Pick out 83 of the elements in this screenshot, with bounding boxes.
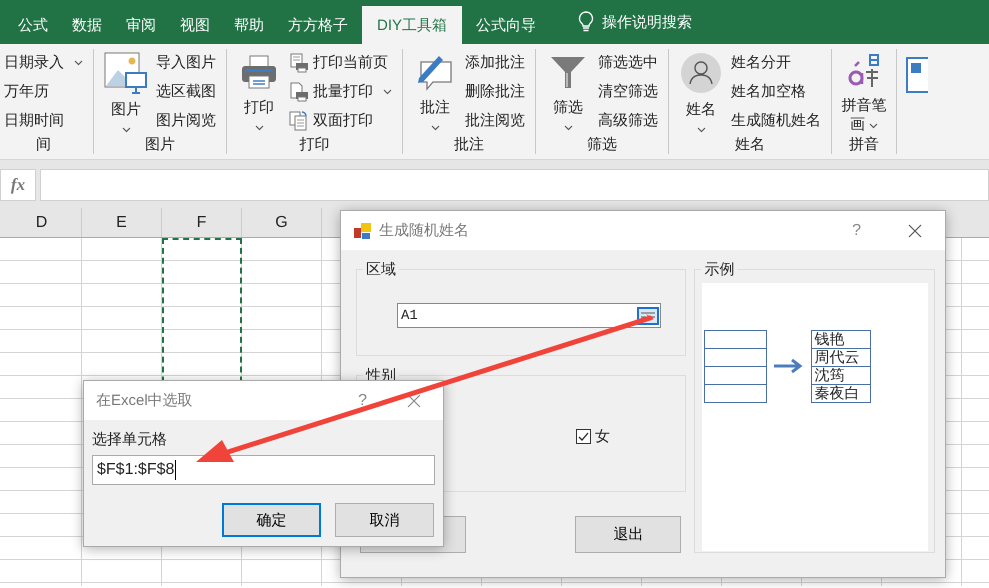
caret-icon [869,123,878,129]
ribbon-tab[interactable]: 帮助 [222,6,276,44]
caret-icon [254,125,264,131]
help-button[interactable]: ? [852,222,861,240]
insert-function-button[interactable]: fx [0,169,36,201]
help-button[interactable]: ? [358,392,367,410]
example-name: 周代云 [812,349,870,367]
example-name: 沈筠 [812,367,870,385]
caret-icon [430,125,440,131]
lightbulb-icon [578,11,594,33]
example-name: 钱艳 [812,331,870,349]
ribbon-tab[interactable]: 方方格子 [276,6,360,44]
ribbon-large-button[interactable]: 图片 [104,49,148,135]
ribbon-tab[interactable]: 公式 [6,6,60,44]
formula-input[interactable] [40,169,989,201]
column-header[interactable]: D [2,208,82,237]
ribbon-menu-item[interactable]: 双面打印 [289,110,392,131]
ribbon-tab[interactable]: 公式向导 [464,6,548,44]
ribbon-menu-item[interactable]: 导入图片 [156,52,216,73]
ribbon-menu-item[interactable]: 批注阅览 [465,110,525,131]
print-page-icon [289,52,309,72]
tell-me-search[interactable]: 操作说明搜索 [602,12,692,32]
range-input[interactable]: A1 [397,303,661,328]
ribbon-tab[interactable]: 审阅 [114,6,168,44]
example-name: 秦夜白 [812,385,870,403]
group-label: 示例 [703,260,736,279]
ribbon-tab[interactable]: DIY工具箱 [362,6,462,44]
ribbon-menu-item[interactable]: 添加批注 [465,52,525,73]
ribbon-menu-item[interactable]: 日期录入 [4,52,83,73]
dialog-button[interactable]: 确定 [222,503,321,537]
ribbon-large-button[interactable]: 筛选 [546,49,590,135]
ribbon-menu-item[interactable]: 删除批注 [465,81,525,102]
caret-icon [564,125,572,131]
close-icon[interactable] [907,222,923,238]
ribbon-menu-item[interactable]: 选区截图 [156,81,216,102]
ribbon-tab[interactable]: 视图 [168,6,222,44]
ribbon-group-label: 打印 [300,135,330,154]
caret-icon [74,60,83,66]
close-icon[interactable] [407,394,421,408]
column-header[interactable]: E [82,208,162,237]
ribbon-large-button[interactable]: 拼音笔画 [842,49,886,135]
column-header[interactable]: F [162,208,242,237]
ribbon-group-label: 批注 [454,135,484,154]
ribbon-group-label: 图片 [145,135,175,154]
ribbon-menu-item[interactable]: 姓名分开 [731,52,821,73]
dialog-title: 在Excel中选取 [96,391,194,410]
field-label: 选择单元格 [92,430,168,449]
ribbon-menu-item[interactable]: 姓名加空格 [731,81,821,102]
caret-icon [696,127,706,133]
ribbon-large-button[interactable]: 打印 [237,49,281,135]
group-label: 区域 [365,260,397,279]
check-icon [577,430,590,443]
ribbon-menu-item[interactable]: 图片阅览 [156,110,216,131]
ribbon-large-button[interactable]: 批注 [413,49,457,135]
ribbon-menu-item[interactable]: 打印当前页 [289,52,392,73]
ribbon-menu-item[interactable]: 万年历 [4,81,83,102]
pinyin-icon [846,52,882,90]
ribbon-group-label: 筛选 [587,135,617,154]
ribbon-menu-item[interactable]: 清空筛选 [598,81,658,102]
ribbon-group-label: 拼音 [849,135,879,154]
person-icon [680,52,722,94]
ribbon-menu-item[interactable]: 高级筛选 [598,110,658,131]
checkbox-label: 女 [595,427,610,446]
ribbon-tab[interactable]: 数据 [60,6,114,44]
dialog-button[interactable]: 取消 [335,503,434,537]
ribbon-group-label: 间 [36,135,51,154]
duplex-print-icon [289,110,309,130]
cell-range-input[interactable]: $F$1:$F$8 [92,455,435,485]
picture-icon [104,52,148,94]
caret-icon [122,127,130,133]
batch-print-icon [289,82,309,102]
ribbon-group-label: 姓名 [735,135,765,154]
ribbon-menu-item[interactable]: 日期时间 [4,110,83,131]
ribbon-menu-item[interactable]: 批量打印 [289,81,392,102]
ribbon-large-button[interactable]: 姓名 [679,49,723,135]
ribbon-menu-item[interactable]: 筛选选中 [598,52,658,73]
caret-icon [383,88,392,94]
dialog-title: 生成随机姓名 [379,221,470,240]
app-icon [353,222,373,240]
ribbon-menu-item[interactable]: 生成随机姓名 [731,110,821,131]
exit-button[interactable]: 退出 [575,516,682,553]
column-header[interactable]: G [242,208,322,237]
checkbox[interactable] [576,429,591,444]
